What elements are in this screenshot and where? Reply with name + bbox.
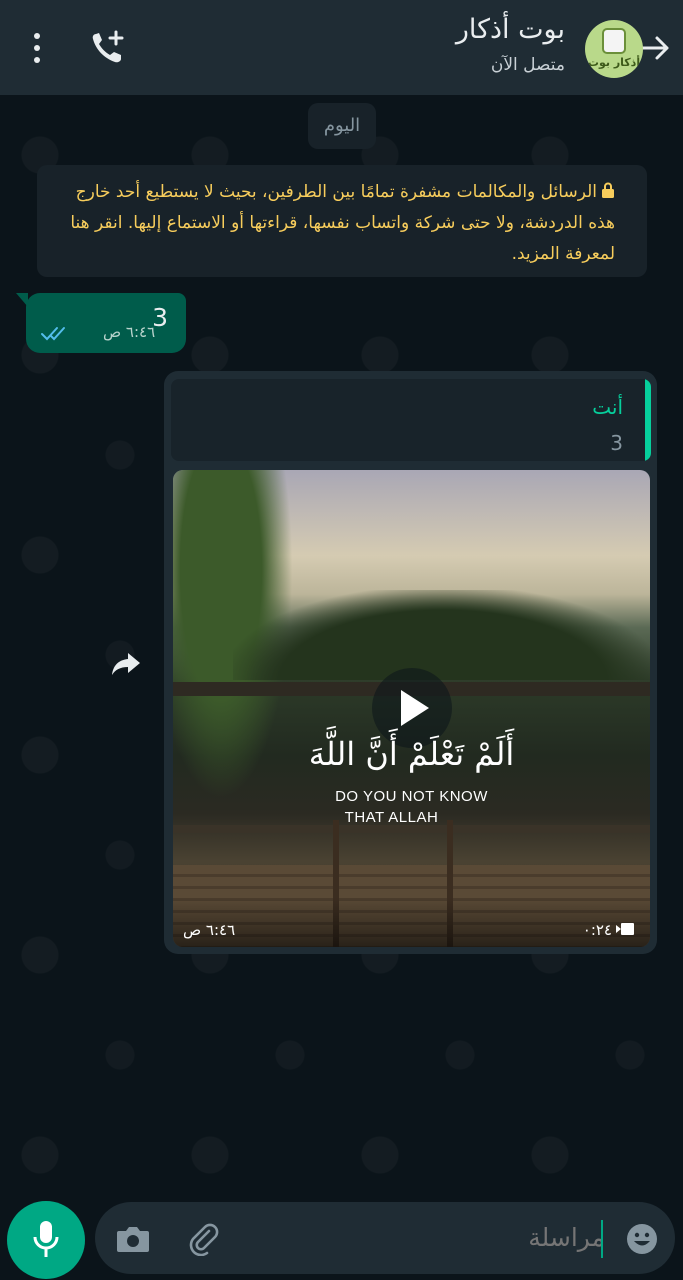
avatar[interactable]: أذكار بوت: [585, 20, 643, 78]
text-cursor: [601, 1220, 603, 1258]
quote-author: أنت: [592, 395, 623, 419]
video-caption-english: THAT ALLAH: [344, 809, 439, 826]
video-overlay: [173, 897, 650, 947]
video-duration: ٠:٢٤: [582, 921, 612, 939]
message-time: ٦:٤٦ ص: [103, 323, 156, 341]
lock-icon: [602, 182, 614, 198]
video-camera-icon: [616, 923, 634, 935]
forward-icon[interactable]: [108, 645, 144, 681]
double-check-read-icon: [41, 327, 65, 341]
video-scenery: [233, 590, 650, 680]
attach-icon[interactable]: [187, 1222, 221, 1256]
quoted-message[interactable]: أنت 3: [171, 379, 651, 461]
video-thumbnail[interactable]: أَلَمْ تَعْلَمْ أَنَّ اللَّهَ DO YOU NOT…: [173, 470, 650, 947]
chat-header: أذكار بوت بوت أذكار متصل الآن: [0, 0, 683, 95]
quote-bar: [645, 379, 651, 461]
video-message[interactable]: أنت 3 أَلَمْ تَعْلَمْ أَنَّ اللَّهَ DO Y…: [164, 371, 657, 954]
emoji-icon[interactable]: [625, 1222, 659, 1256]
robot-icon: [602, 28, 626, 54]
encryption-notice[interactable]: الرسائل والمكالمات مشفرة تمامًا بين الطر…: [37, 165, 647, 277]
quote-text: 3: [610, 431, 623, 455]
message-composer: [95, 1202, 675, 1274]
contact-status: متصل الآن: [490, 55, 565, 75]
message-time: ٦:٤٦ ص: [183, 921, 236, 939]
voice-record-button[interactable]: [7, 1201, 85, 1279]
message-input[interactable]: [245, 1216, 605, 1260]
mic-icon: [33, 1221, 59, 1257]
camera-icon[interactable]: [115, 1224, 151, 1254]
encryption-notice-text: الرسائل والمكالمات مشفرة تمامًا بين الطر…: [70, 182, 615, 264]
video-caption-arabic: أَلَمْ تَعْلَمْ أَنَّ اللَّهَ: [308, 735, 515, 773]
more-options-icon[interactable]: [28, 30, 46, 66]
outgoing-message[interactable]: 3 ٦:٤٦ ص: [16, 293, 186, 353]
bubble-tail: [16, 293, 28, 307]
contact-name[interactable]: بوت أذكار: [456, 14, 565, 45]
video-caption-english: DO YOU NOT KNOW: [335, 788, 488, 805]
avatar-label: أذكار بوت: [587, 56, 641, 69]
play-icon: [401, 690, 429, 726]
date-chip: اليوم: [308, 103, 376, 149]
add-call-icon[interactable]: [88, 28, 128, 68]
